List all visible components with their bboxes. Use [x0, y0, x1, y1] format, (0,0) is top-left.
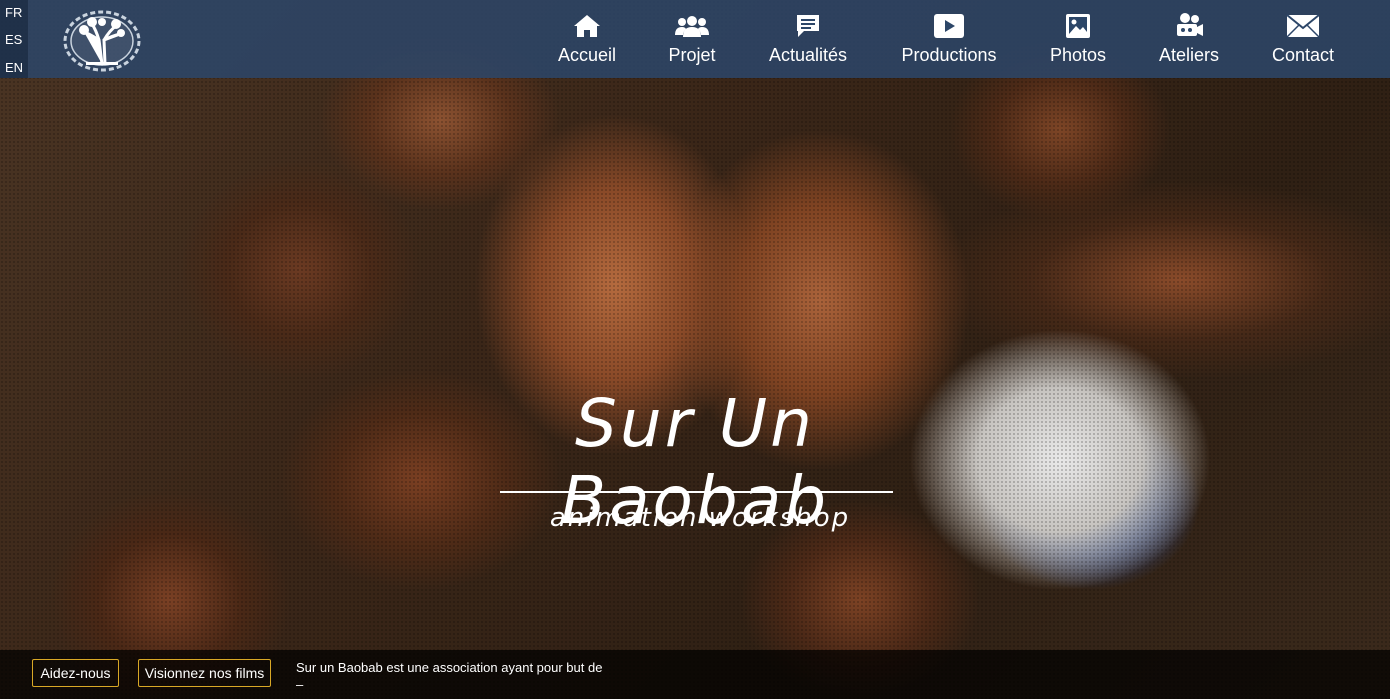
nav-ateliers-label: Ateliers	[1158, 45, 1220, 65]
baobab-logo[interactable]	[62, 10, 142, 72]
language-switcher: FR ES EN	[0, 0, 28, 78]
nav-productions[interactable]: Productions	[896, 0, 1002, 78]
image-icon	[1065, 12, 1091, 40]
help-us-button[interactable]: Aidez-nous	[32, 659, 119, 687]
nav-actualites[interactable]: Actualités	[764, 0, 852, 78]
nav-projet-label: Projet	[668, 45, 716, 65]
about-text-line: Sur un Baobab est une association ayant …	[296, 660, 603, 675]
chat-icon	[795, 12, 821, 40]
bottom-bar: Aidez-nous Visionnez nos films Sur un Ba…	[0, 650, 1390, 699]
hero-background-photo	[0, 0, 1390, 699]
mail-icon	[1286, 12, 1320, 40]
home-icon	[572, 12, 602, 40]
nav-photos[interactable]: Photos	[1044, 0, 1112, 78]
nav-photos-label: Photos	[1049, 45, 1107, 65]
about-more-indicator: –	[296, 677, 304, 692]
nav-productions-label: Productions	[901, 45, 997, 65]
about-text: Sur un Baobab est une association ayant …	[296, 659, 716, 693]
nav-ateliers[interactable]: Ateliers	[1154, 0, 1224, 78]
nav-contact[interactable]: Contact	[1266, 0, 1340, 78]
users-icon	[675, 12, 709, 40]
lang-es-link[interactable]: ES	[5, 32, 22, 47]
nav-accueil[interactable]: Accueil	[552, 0, 622, 78]
lang-en-link[interactable]: EN	[5, 60, 23, 75]
site-subtitle: animation workshop	[549, 503, 851, 533]
nav-accueil-label: Accueil	[557, 45, 617, 65]
camera-icon	[1174, 12, 1204, 40]
watch-films-button[interactable]: Visionnez nos films	[138, 659, 271, 687]
title-divider	[500, 491, 893, 493]
play-icon	[933, 12, 965, 40]
nav-contact-label: Contact	[1271, 45, 1335, 65]
lang-fr-link[interactable]: FR	[5, 5, 22, 20]
nav-projet[interactable]: Projet	[660, 0, 724, 78]
nav-actualites-label: Actualités	[768, 45, 848, 65]
top-navigation-bar: FR ES EN Accueil Projet Actualités Produ…	[0, 0, 1390, 78]
